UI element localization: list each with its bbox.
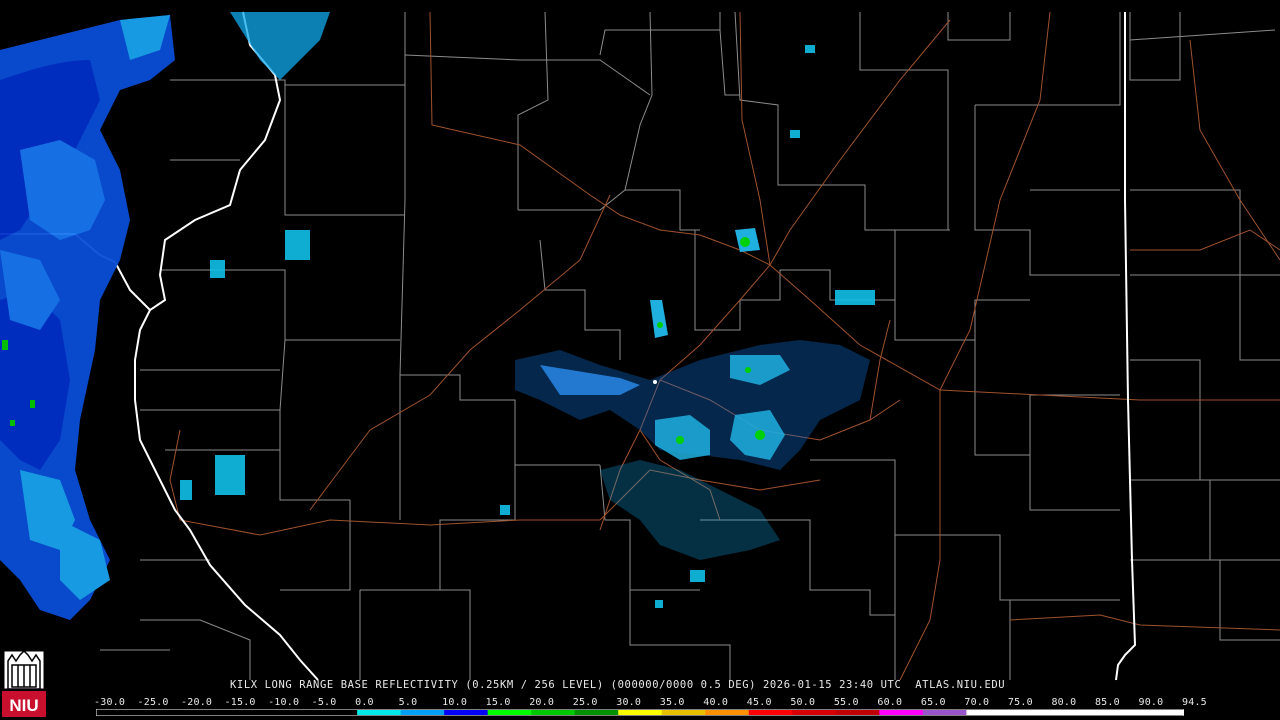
color-bar-segment — [1053, 710, 1098, 715]
precip-scattered — [180, 45, 875, 608]
color-bar-segment — [531, 710, 576, 715]
legend-label: 80.0 — [1051, 697, 1077, 708]
legend-label: 0.0 — [355, 697, 374, 708]
legend-label: -25.0 — [137, 697, 169, 708]
radar-site-marker — [653, 380, 657, 384]
legend-label: 25.0 — [572, 697, 598, 708]
legend-label: -15.0 — [224, 697, 256, 708]
color-bar-segment — [661, 710, 706, 715]
color-bar-segment — [705, 710, 750, 715]
legend-label: 50.0 — [790, 697, 816, 708]
legend-label: 45.0 — [746, 697, 772, 708]
legend-label: 65.0 — [920, 697, 946, 708]
precip-central — [515, 228, 870, 560]
color-scale-bar — [96, 709, 1184, 716]
legend-label: 15.0 — [485, 697, 511, 708]
radar-map — [0, 11, 1280, 681]
legend-label: -20.0 — [181, 697, 213, 708]
color-bar-segment — [618, 710, 663, 715]
niu-logo: NIU — [2, 649, 46, 717]
legend-label: 10.0 — [442, 697, 468, 708]
legend-labels: -30.0 -25.0 -20.0 -15.0 -10.0 -5.0 0.0 5.0 10.0 1… — [94, 697, 1207, 709]
color-bar-segment — [792, 710, 837, 715]
color-bar-segment — [922, 710, 967, 715]
legend-label: 70.0 — [964, 697, 990, 708]
color-bar-segment — [487, 710, 532, 715]
color-bar-segment — [1096, 710, 1141, 715]
legend-label: 30.0 — [616, 697, 642, 708]
color-bar-segment — [444, 710, 489, 715]
legend-label: 20.0 — [529, 697, 555, 708]
legend-label: -5.0 — [311, 697, 337, 708]
color-bar-segment — [966, 710, 1011, 715]
legend-label: 94.5 — [1182, 697, 1207, 708]
legend-label: -10.0 — [268, 697, 300, 708]
color-bar-segment — [835, 710, 880, 715]
legend-label: 55.0 — [833, 697, 859, 708]
color-bar-segment — [1009, 710, 1054, 715]
logo-text: NIU — [9, 696, 38, 715]
legend-label: 75.0 — [1007, 697, 1033, 708]
legend-label: 60.0 — [877, 697, 903, 708]
legend-label: 90.0 — [1138, 697, 1164, 708]
color-bar-segment — [574, 710, 619, 715]
color-bar-segment — [1140, 710, 1184, 715]
legend-label: 35.0 — [659, 697, 685, 708]
color-bar-segment — [400, 710, 445, 715]
roads — [169, 11, 1280, 681]
color-bar-segment — [879, 710, 924, 715]
legend-label: 85.0 — [1094, 697, 1120, 708]
state-borders — [0, 11, 1137, 681]
color-bar-segment — [748, 710, 793, 715]
legend-label: 40.0 — [703, 697, 729, 708]
legend-label: 5.0 — [398, 697, 418, 708]
color-bar-segment — [357, 710, 402, 715]
precip-west — [0, 12, 330, 620]
legend-label: -30.0 — [94, 697, 126, 708]
product-caption: KILX LONG RANGE BASE REFLECTIVITY (0.25K… — [230, 679, 1006, 691]
